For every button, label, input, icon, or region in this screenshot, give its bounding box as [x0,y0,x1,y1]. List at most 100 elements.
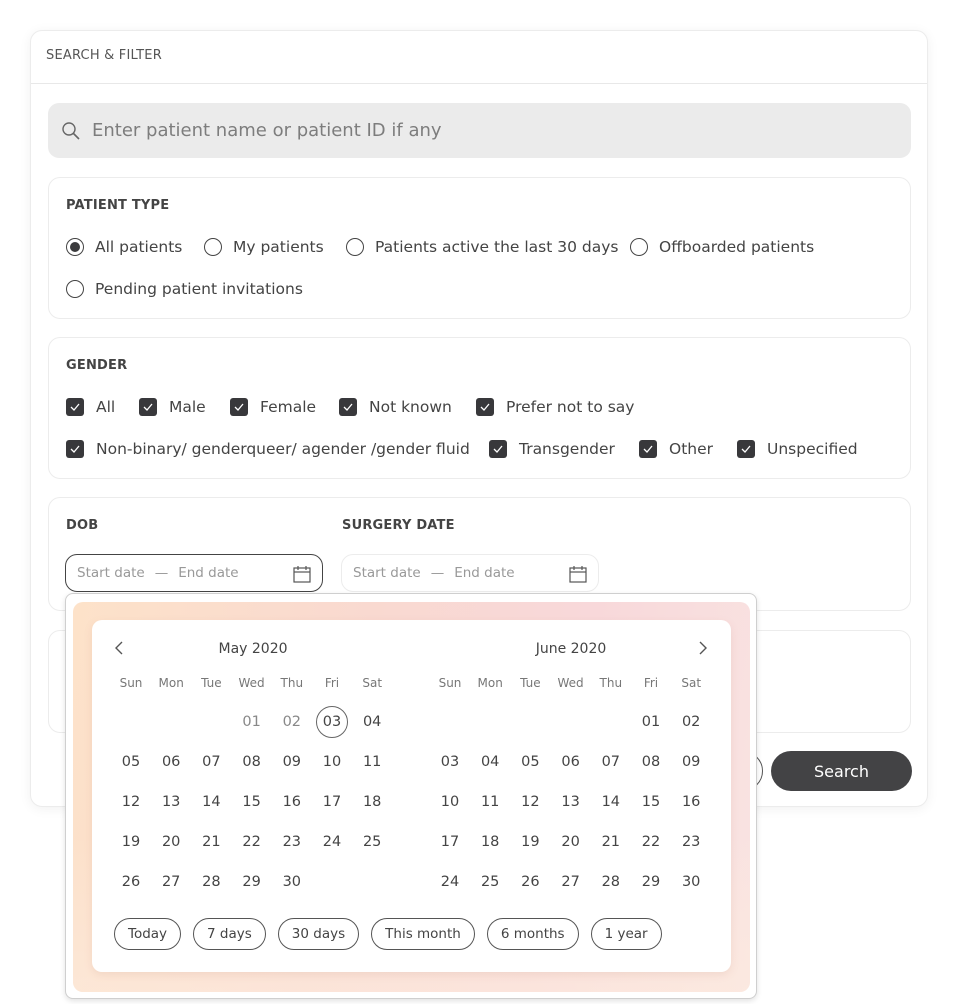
calendar-day[interactable]: 14 [195,786,227,818]
checkbox-male[interactable]: Male [139,398,206,416]
calendar-day[interactable]: 28 [595,866,627,898]
patient-search-field[interactable] [48,103,911,158]
preset-today[interactable]: Today [114,918,182,950]
calendar-day[interactable]: 10 [316,746,348,778]
calendar-day[interactable]: 19 [115,826,147,858]
radio-my-patients[interactable]: My patients [204,238,324,256]
calendar-day[interactable]: 13 [155,786,187,818]
checkbox-checked-icon [339,398,357,416]
calendar-day[interactable]: 28 [195,866,227,898]
calendar-day[interactable]: 07 [195,746,227,778]
calendar-day[interactable]: 14 [595,786,627,818]
prev-month-button[interactable] [114,640,130,658]
calendar-day[interactable]: 03 [434,746,466,778]
radio-active-30-days[interactable]: Patients active the last 30 days [346,238,619,256]
calendar-day[interactable]: 10 [434,786,466,818]
calendar-day[interactable]: 02 [276,706,308,738]
calendar-day[interactable]: 29 [236,866,268,898]
surgery-date-title: SURGERY DATE [342,518,455,533]
dob-date-range-field[interactable]: Start date — End date [65,554,323,592]
radio-offboarded[interactable]: Offboarded patients [630,238,814,256]
calendar-day[interactable]: 20 [555,826,587,858]
calendar-day[interactable]: 15 [236,786,268,818]
patient-search-input[interactable] [92,120,852,141]
calendar-day[interactable]: 18 [356,786,388,818]
checkbox-transgender[interactable]: Transgender [489,440,615,458]
checkbox-non-binary[interactable]: Non-binary/ genderqueer/ agender /gender… [66,440,470,458]
calendar-day[interactable]: 22 [236,826,268,858]
calendar-day[interactable]: 12 [514,786,546,818]
calendar-day[interactable]: 08 [236,746,268,778]
checkbox-all[interactable]: All [66,398,115,416]
calendar-day[interactable]: 27 [555,866,587,898]
calendar-day[interactable]: 09 [675,746,707,778]
start-date-placeholder: Start date [353,565,421,581]
checkbox-not-known[interactable]: Not known [339,398,452,416]
checkbox-prefer-not-to-say[interactable]: Prefer not to say [476,398,634,416]
calendar-day[interactable]: 09 [276,746,308,778]
calendar-day[interactable]: 26 [115,866,147,898]
radio-all-patients[interactable]: All patients [66,238,182,256]
preset-6-months[interactable]: 6 months [486,918,579,950]
calendar-day[interactable]: 12 [115,786,147,818]
calendar-day[interactable]: 21 [195,826,227,858]
calendar-day[interactable]: 25 [474,866,506,898]
checkbox-female[interactable]: Female [230,398,316,416]
calendar-day[interactable]: 17 [316,786,348,818]
calendar-day[interactable]: 16 [276,786,308,818]
calendar-icon[interactable] [568,564,588,584]
preset-7-days[interactable]: 7 days [193,918,266,950]
calendar-day[interactable]: 23 [276,826,308,858]
calendar-day[interactable]: 26 [514,866,546,898]
calendar-day[interactable]: 08 [635,746,667,778]
calendar-day[interactable]: 24 [434,866,466,898]
calendar-day[interactable]: 07 [595,746,627,778]
calendar-day[interactable]: 18 [474,826,506,858]
weekday-header: Sat [681,676,702,690]
calendar-day[interactable]: 30 [276,866,308,898]
calendar-day[interactable]: 01 [236,706,268,738]
calendar-day[interactable]: 16 [675,786,707,818]
radio-unselected-icon [66,280,84,298]
calendar-day[interactable]: 23 [675,826,707,858]
calendar-day[interactable]: 15 [635,786,667,818]
surgery-date-range-field[interactable]: Start date — End date [341,554,599,592]
calendar-day[interactable]: 22 [635,826,667,858]
calendar-day[interactable]: 01 [635,706,667,738]
calendar-day[interactable]: 25 [356,826,388,858]
calendar-day[interactable]: 05 [514,746,546,778]
calendar-day[interactable]: 05 [115,746,147,778]
checkbox-unspecified[interactable]: Unspecified [737,440,858,458]
radio-pending-invitations[interactable]: Pending patient invitations [66,280,303,298]
weekday-header: Sun [438,676,462,690]
chevron-left-icon [115,641,123,655]
calendar-day[interactable]: 04 [474,746,506,778]
calendar-day[interactable]: 11 [356,746,388,778]
preset-1-year[interactable]: 1 year [590,918,662,950]
preset-this-month[interactable]: This month [371,918,475,950]
calendar-icon[interactable] [292,564,312,584]
preset-30-days[interactable]: 30 days [277,918,360,950]
checkbox-other[interactable]: Other [639,440,713,458]
next-month-button[interactable] [698,640,714,658]
calendar-day[interactable]: 04 [356,706,388,738]
month-title-june: June 2020 [535,641,607,657]
radio-unselected-icon [346,238,364,256]
calendar-day[interactable]: 21 [595,826,627,858]
patient-type-title: PATIENT TYPE [66,198,170,213]
calendar-day[interactable]: 29 [635,866,667,898]
calendar-day[interactable]: 02 [675,706,707,738]
calendar-day[interactable]: 30 [675,866,707,898]
calendar-day[interactable]: 06 [555,746,587,778]
search-button[interactable]: Search [771,751,912,791]
calendar-day[interactable]: 27 [155,866,187,898]
calendar-day[interactable]: 24 [316,826,348,858]
calendar-day[interactable]: 19 [514,826,546,858]
calendar-day[interactable]: 11 [474,786,506,818]
calendar-day-today[interactable]: 03 [316,706,348,738]
calendar-day[interactable]: 06 [155,746,187,778]
weekday-header: Tue [201,676,222,690]
calendar-day[interactable]: 20 [155,826,187,858]
calendar-day[interactable]: 13 [555,786,587,818]
calendar-day[interactable]: 17 [434,826,466,858]
